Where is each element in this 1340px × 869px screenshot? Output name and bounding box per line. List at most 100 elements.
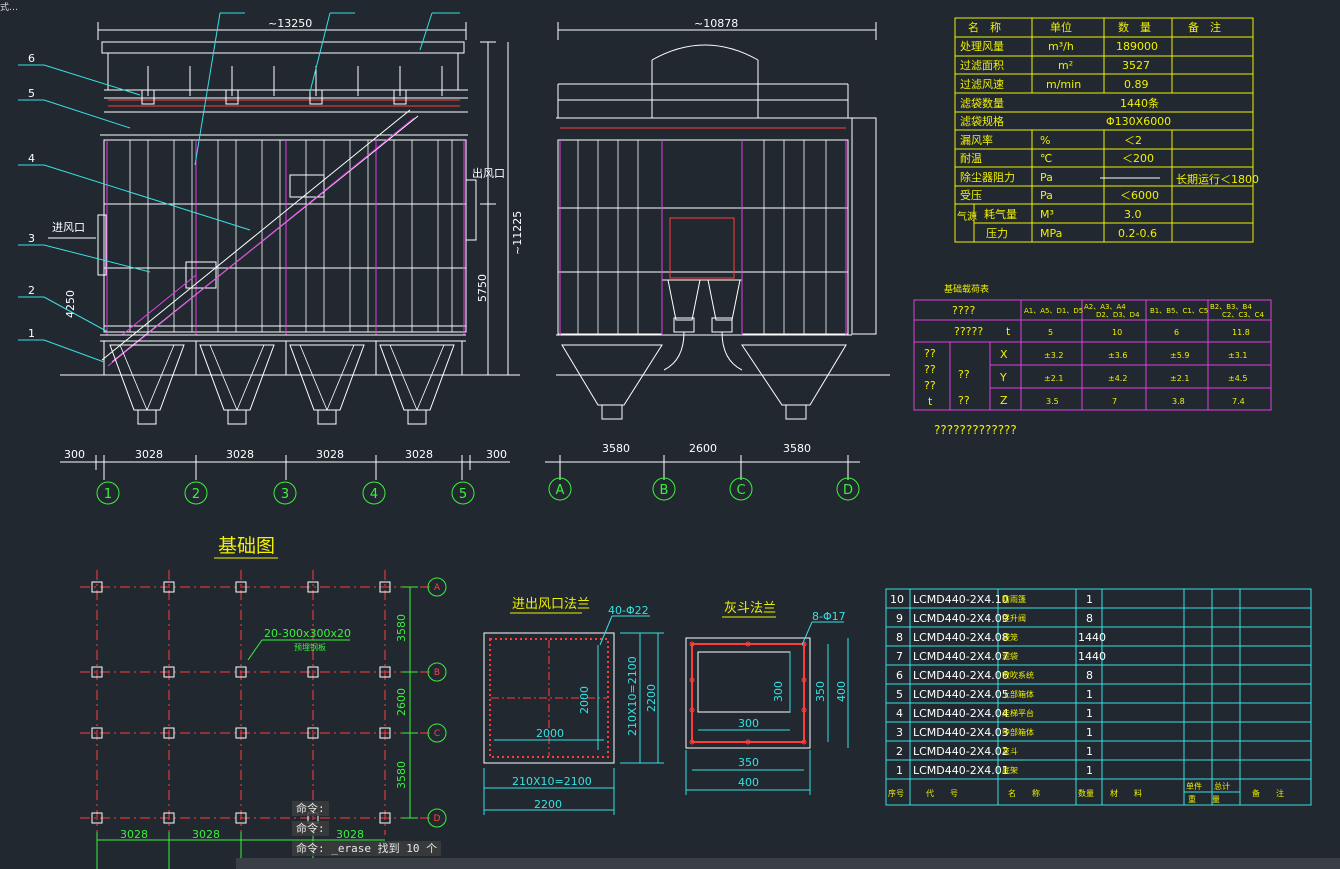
elev-span-3: 3028 [316,448,344,461]
part-5-name: 上部箱体 [1002,689,1034,699]
flange-hop-350h: 350 [738,756,759,769]
spec-r3-name: 滤袋数量 [960,96,1004,110]
callout-5: 5 [28,87,35,100]
spec-air1-val: 0.2-0.6 [1118,227,1157,240]
callout-6: 6 [28,52,35,65]
spec-r7-note: 长期运行＜1800 [1176,173,1259,186]
part-5-no: 5 [896,688,903,701]
axis-5: 5 [459,487,467,502]
spec-r1-unit: m² [1058,59,1073,72]
part-9-qty: 8 [1086,612,1093,625]
load-t-3: 11.8 [1232,328,1250,337]
part-6-name: 喷吹系统 [1002,670,1034,680]
callout-3: 3 [28,232,35,245]
flange-hop-400v: 400 [835,681,848,702]
parts-h-no: 序号 [888,788,904,798]
command-history-line-1: 命令: [292,801,329,816]
spec-r4-name: 滤袋规格 [960,114,1004,128]
spec-air-group: 气源 [957,210,977,223]
side-axis-d: D [843,483,853,498]
load-z-3: 7.4 [1232,397,1245,406]
found-axis-c: C [434,729,440,739]
inlet-label: 进风口 [52,221,85,234]
spec-air1-name: 压力 [986,227,1008,240]
found-dim-v1: 2600 [395,688,408,716]
part-2-name: 灰斗 [1002,746,1018,756]
window-title-fragment: 式… [0,3,19,13]
load-y-0: ±2.1 [1044,374,1063,383]
drawing-canvas[interactable]: ~13250 ~11225 5750 4250 进风口 出风口 6 5 4 3 … [0,0,1340,869]
part-5-qty: 1 [1086,688,1093,701]
spec-r7-name: 除尘器阻力 [960,170,1015,184]
load-x-3: ±3.1 [1228,351,1247,360]
spec-air0-name: 耗气量 [984,207,1017,221]
part-9-name: 提升阀 [1002,613,1026,623]
load-z-1: 7 [1112,397,1117,406]
spec-r3-qty: 1440条 [1120,96,1159,110]
side-axis-b: B [660,483,669,498]
spec-r0-unit: m³/h [1048,40,1074,53]
axis-4: 4 [370,487,378,502]
found-dim-h0: 3028 [120,828,148,841]
found-dim-h2: 3028 [336,828,364,841]
load-t-unit: t [1006,325,1011,338]
part-7-qty: 1440 [1078,650,1106,663]
part-3-code: LCMD440-2X4.03 [913,726,1009,739]
part-7-no: 7 [896,650,903,663]
command-line-input[interactable]: 命令: _erase 找到 10 个 [292,841,442,856]
spec-r1-name: 过滤面积 [960,59,1004,72]
spec-h-note: 备 注 [1188,20,1221,34]
load-z-2: 3.8 [1172,397,1185,406]
spec-r5-name: 漏风率 [960,133,993,147]
parts-h-code: 代 号 [926,788,958,798]
parts-h-w3: 重 量 [1188,794,1220,804]
load-t-label: ????? [954,325,983,338]
elev-width-label: ~13250 [268,17,312,30]
part-1-no: 1 [896,764,903,777]
part-4-code: LCMD440-2X4.04 [913,707,1009,720]
load-side-2: ?? [924,363,936,376]
spec-r6-name: 耐温 [960,152,982,165]
part-10-qty: 1 [1086,593,1093,606]
spec-r2-name: 过滤风速 [960,78,1004,91]
part-8-no: 8 [896,631,903,644]
found-axis-d: D [434,814,441,824]
load-note: ????????????? [934,423,1017,437]
spec-r0-qty: 189000 [1116,40,1158,53]
spec-air0-unit: M³ [1040,208,1054,221]
spec-r4-qty: Φ130X6000 [1106,115,1171,128]
parts-h-qty: 数量 [1078,788,1094,798]
axis-1: 1 [104,487,112,502]
load-x-0: ±3.2 [1044,351,1063,360]
part-6-qty: 8 [1086,669,1093,682]
part-1-qty: 1 [1086,764,1093,777]
load-mid-b: ?? [958,394,970,407]
parts-h-mat: 材 料 [1110,788,1142,798]
load-mid-a: ?? [958,368,970,381]
status-bar[interactable] [236,858,1340,869]
found-dim-v2: 3580 [395,761,408,789]
flange-io-holes: 40-Φ22 [608,604,649,617]
flange-hop-400h: 400 [738,776,759,789]
flange-io-2200v: 2200 [645,684,658,712]
elev-span-1: 3028 [135,448,163,461]
load-x-1: ±3.6 [1108,351,1127,360]
part-8-name: 袋笼 [1002,632,1018,642]
part-3-no: 3 [896,726,903,739]
found-dim-h1: 3028 [192,828,220,841]
axis-2: 2 [192,487,200,502]
spec-r8-unit: Pa [1040,189,1053,202]
load-axis-z: Z [1000,394,1008,407]
callout-4: 4 [28,152,35,165]
flange-hop-holes: 8-Φ17 [812,610,846,623]
load-side-t: t [928,395,933,408]
spec-r5-unit: % [1040,134,1050,147]
load-x-2: ±5.9 [1170,351,1189,360]
spec-r2-qty: 0.89 [1124,78,1149,91]
load-col-5: C2、C3、C4 [1222,311,1265,319]
flange-io-2100v: 210X10=2100 [626,656,639,736]
spec-r0-name: 处理风量 [960,40,1004,53]
spec-r5-qty: ＜2 [1124,134,1142,147]
load-col-4: B2、B3、B4 [1210,303,1252,311]
load-col-3: B1、B5、C1、C5 [1150,307,1208,315]
